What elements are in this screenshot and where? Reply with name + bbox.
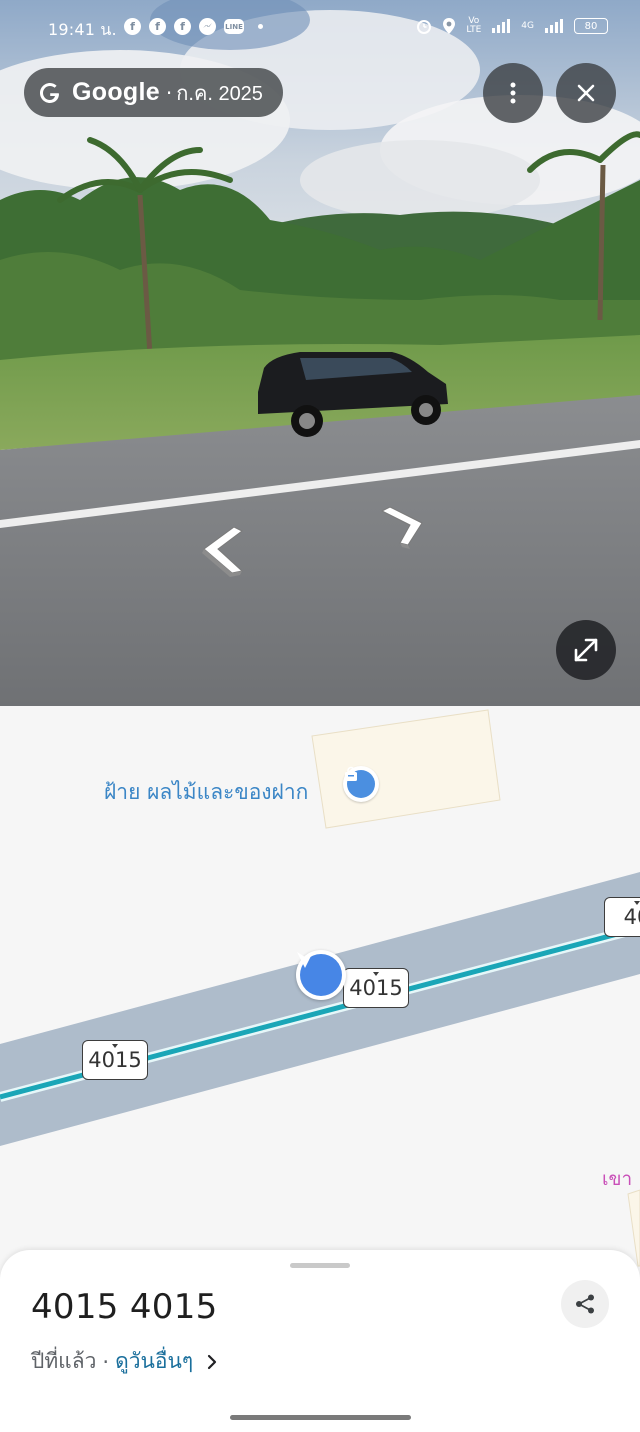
imagery-date-row[interactable]: ปีที่แล้ว · ดูวันอื่นๆ (31, 1345, 217, 1378)
close-icon (577, 84, 595, 102)
see-other-dates-link[interactable]: ดูวันอื่นๆ (115, 1345, 193, 1378)
meta-separator: · (102, 1349, 110, 1374)
imagery-info-pill[interactable]: Google · ก.ค. 2025 (24, 68, 283, 117)
pill-separator: · (165, 80, 173, 105)
status-time: 19:41 น. (48, 20, 117, 39)
shopping-bag-icon (345, 766, 357, 781)
more-vert-icon (510, 82, 516, 104)
network-type: 4G (521, 20, 534, 31)
poi-marker[interactable] (343, 766, 379, 802)
capture-date: ก.ค. 2025 (176, 82, 263, 105)
messenger-icon (199, 18, 216, 35)
expand-icon (574, 638, 598, 662)
building-footprint (311, 709, 501, 829)
current-view-marker[interactable] (296, 950, 346, 1000)
road-shield: 4015 (343, 968, 409, 1008)
facebook-icon: f (149, 18, 166, 35)
close-button[interactable] (556, 63, 616, 123)
facebook-icon: f (124, 18, 141, 35)
notification-icons: f f f LINE (124, 18, 263, 35)
chevron-right-icon[interactable] (378, 505, 426, 549)
alarm-icon (417, 20, 432, 34)
signal-icon (545, 19, 563, 33)
home-indicator[interactable] (230, 1415, 411, 1420)
share-button[interactable] (561, 1280, 609, 1328)
road-shield: 4015 (82, 1040, 148, 1080)
place-label-partial[interactable]: เขา (602, 1164, 632, 1194)
street-view-panorama[interactable]: 19:41 น. f f f LINE Vo LTE 4G 80 Google … (0, 0, 640, 706)
volte-icon: Vo LTE (466, 16, 482, 35)
share-icon (576, 1294, 594, 1314)
more-notifications-dot (258, 24, 263, 29)
chevron-left-icon[interactable] (200, 527, 248, 577)
drag-handle[interactable] (290, 1263, 350, 1268)
battery-indicator: 80 (574, 18, 608, 34)
place-bottom-sheet[interactable]: 4015 4015 ปีที่แล้ว · ดูวันอื่นๆ (0, 1250, 640, 1432)
location-arrow-icon (297, 952, 313, 968)
map-view[interactable]: ฝ้าย ผลไม้และของฝาก 4015 4015 40 เขา (0, 706, 640, 1286)
location-icon (443, 18, 456, 34)
facebook-icon: f (174, 18, 191, 35)
building-footprint (627, 1189, 640, 1267)
expand-button[interactable] (556, 620, 616, 680)
google-brand-label: Google (72, 78, 160, 106)
google-g-icon (40, 82, 59, 103)
signal-icon (492, 19, 511, 33)
place-title: 4015 4015 (31, 1287, 218, 1327)
system-icons: Vo LTE 4G 80 (416, 17, 608, 35)
imagery-age: ปีที่แล้ว (31, 1349, 97, 1373)
line-icon: LINE (224, 19, 244, 34)
chevron-right-icon[interactable] (207, 1354, 217, 1370)
status-bar: 19:41 น. f f f LINE Vo LTE 4G 80 (0, 0, 640, 56)
poi-label[interactable]: ฝ้าย ผลไม้และของฝาก (104, 776, 308, 809)
road-shield: 40 (604, 897, 640, 937)
more-options-button[interactable] (483, 63, 543, 123)
